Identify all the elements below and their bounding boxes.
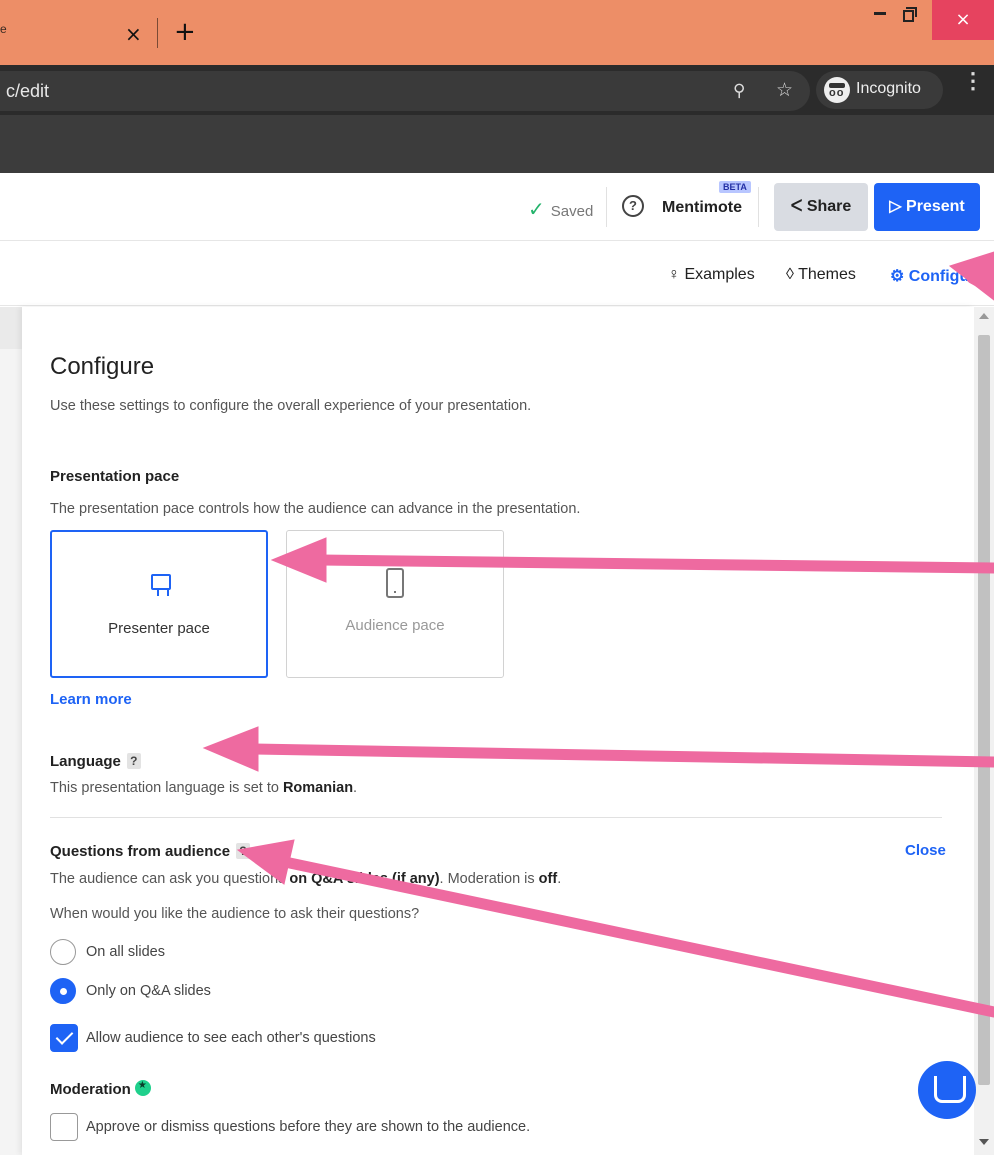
language-value: Romanian	[282, 780, 354, 796]
window-minimize-icon[interactable]	[874, 12, 886, 15]
questions-description: The audience can ask you questions on Q&…	[50, 871, 561, 887]
moderation-heading: Moderation	[50, 1080, 151, 1098]
language-desc-suffix: .	[353, 780, 358, 796]
browser-menu-icon[interactable]: ⋮	[962, 70, 984, 92]
divider	[606, 187, 607, 227]
pace-heading: Presentation pace	[50, 468, 180, 485]
scroll-thumb[interactable]	[978, 335, 990, 1085]
scroll-down-icon[interactable]	[979, 1139, 989, 1145]
audience-pace-card[interactable]: Audience pace	[286, 530, 504, 678]
bookmarks-bar	[0, 115, 994, 173]
questions-desc-suffix: .	[557, 871, 562, 887]
questions-heading-text: Questions from audience	[50, 843, 231, 860]
language-desc-prefix: This presentation language is set to	[50, 780, 283, 796]
incognito-icon	[824, 77, 850, 103]
radio-on-all-slides[interactable]	[50, 939, 76, 965]
address-bar[interactable]: c/edit ⚲ ☆	[0, 71, 810, 111]
approve-questions-label: Approve or dismiss questions before they…	[86, 1119, 531, 1135]
radio-only-qa-slides[interactable]	[50, 978, 76, 1004]
phone-icon	[386, 568, 404, 598]
pace-description: The presentation pace controls how the a…	[50, 501, 581, 517]
tab-title-fragment[interactable]: e	[0, 22, 8, 48]
questions-help-icon[interactable]: ?	[236, 843, 251, 859]
screenshot-frame: e × + × c/edit ⚲ ☆ Incognito ⋮ ✓ Saved ? …	[0, 0, 994, 1155]
saved-label: Saved	[550, 203, 594, 220]
premium-star-icon	[134, 1080, 151, 1096]
incognito-profile-button[interactable]: Incognito	[816, 71, 943, 109]
saved-status: ✓ Saved	[528, 197, 593, 221]
configure-panel: Configure Use these settings to configur…	[22, 307, 974, 1155]
presentation-screen-icon	[151, 574, 171, 590]
slide-thumbnail[interactable]	[0, 307, 22, 349]
chat-support-icon[interactable]	[918, 1061, 976, 1119]
window-restore-icon[interactable]	[903, 7, 917, 22]
presenter-pace-label: Presenter pace	[108, 620, 210, 637]
configure-tab[interactable]: ⚙ Configure	[890, 266, 984, 286]
questions-prompt: When would you like the audience to ask …	[50, 906, 420, 922]
questions-desc-bold: on Q&A slides (if any)	[289, 871, 440, 887]
section-divider	[50, 817, 942, 818]
url-text[interactable]: c/edit	[6, 81, 49, 102]
learn-more-link[interactable]: Learn more	[50, 691, 132, 708]
questions-desc-prefix: The audience can ask you questions	[50, 871, 290, 887]
questions-heading: Questions from audience?	[50, 843, 251, 860]
slide-list-edge	[0, 307, 22, 1155]
radio-label: On all slides	[86, 944, 165, 960]
browser-tab-strip: e × + ×	[0, 0, 994, 65]
presenter-pace-card[interactable]: Presenter pace	[50, 530, 268, 678]
incognito-label: Incognito	[856, 80, 921, 97]
check-icon: ✓	[528, 197, 545, 221]
new-tab-icon[interactable]: +	[174, 17, 196, 47]
language-heading: Language?	[50, 753, 141, 770]
language-description: This presentation language is set to Rom…	[50, 780, 357, 796]
moderation-state: off	[538, 871, 558, 887]
radio-label: Only on Q&A slides	[86, 983, 211, 999]
beta-badge: BETA	[719, 181, 751, 193]
app-area: ✓ Saved ? Mentimote BETA ᐸ Share ▷ Presen…	[0, 173, 994, 1155]
scroll-up-icon[interactable]	[979, 313, 989, 319]
help-icon[interactable]: ?	[622, 195, 644, 217]
questions-desc-mid: . Moderation is	[439, 871, 539, 887]
panel-subtitle: Use these settings to configure the over…	[50, 398, 532, 414]
bookmark-star-icon[interactable]: ☆	[776, 79, 793, 101]
language-heading-text: Language	[50, 753, 121, 770]
questions-close-link[interactable]: Close	[905, 842, 946, 859]
panel-title: Configure	[50, 353, 155, 380]
browser-toolbar: c/edit ⚲ ☆ Incognito ⋮	[0, 65, 994, 115]
zoom-icon[interactable]: ⚲	[733, 81, 745, 101]
moderation-heading-text: Moderation	[50, 1081, 131, 1098]
share-button[interactable]: ᐸ Share	[774, 183, 868, 231]
divider	[758, 187, 759, 227]
mentimote-button[interactable]: Mentimote	[662, 199, 742, 217]
see-others-checkbox[interactable]	[50, 1024, 78, 1052]
panel-scrollbar[interactable]	[974, 307, 994, 1155]
tab-divider	[157, 18, 158, 48]
audience-pace-label: Audience pace	[345, 617, 445, 634]
present-button[interactable]: ▷ Present	[874, 183, 980, 231]
examples-tab[interactable]: ♀ Examples	[668, 266, 755, 284]
themes-tab[interactable]: ◊ Themes	[786, 266, 856, 284]
tab-close-icon[interactable]: ×	[125, 22, 142, 46]
editor-sub-toolbar: ♀ Examples ◊ Themes ⚙ Configure	[0, 242, 994, 306]
window-close-button[interactable]: ×	[932, 0, 994, 40]
language-help-icon[interactable]: ?	[126, 753, 141, 769]
approve-questions-checkbox[interactable]	[50, 1113, 78, 1141]
see-others-label: Allow audience to see each other's quest…	[86, 1030, 376, 1046]
app-top-bar: ✓ Saved ? Mentimote BETA ᐸ Share ▷ Presen…	[0, 173, 994, 241]
